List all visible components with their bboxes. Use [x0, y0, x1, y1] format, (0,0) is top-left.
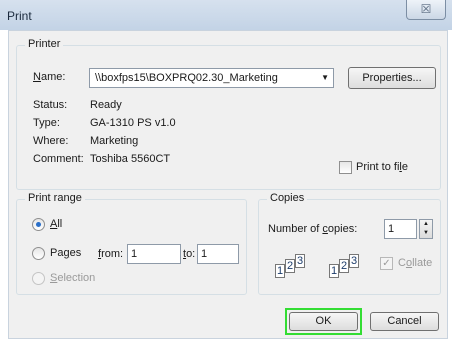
to-field[interactable]: 1 — [197, 244, 239, 264]
copies-group: Copies Number of copies: 1 ▲ ▼ 3 2 1 3 2… — [258, 192, 441, 295]
printer-name-label: Name: — [33, 71, 66, 83]
close-button[interactable]: ☒ — [406, 0, 446, 20]
dialog-body: Printer Name: \\boxfps15\BOXPRQ02.30_Mar… — [8, 30, 448, 339]
all-label[interactable]: All — [50, 218, 62, 230]
spin-down-icon: ▼ — [423, 230, 429, 236]
type-label: Type: — [33, 117, 60, 129]
from-label: from: — [98, 248, 124, 260]
status-label: Status: — [33, 99, 68, 111]
spin-up-icon: ▲ — [423, 221, 429, 227]
status-value: Ready — [90, 99, 122, 111]
number-of-copies-label: Number of copies: — [268, 223, 358, 235]
copies-field[interactable]: 1 — [384, 219, 417, 239]
from-field[interactable]: 1 — [127, 244, 181, 264]
to-label: to: — [183, 248, 196, 260]
print-range-group: Print range All Pages from: 1 to: 1 Sele… — [16, 192, 247, 295]
printer-legend: Printer — [25, 38, 64, 50]
all-radio[interactable] — [32, 218, 45, 231]
where-label: Where: — [33, 135, 69, 147]
printer-name-dropdown[interactable]: \\boxfps15\BOXPRQ02.30_Marketing ▼ — [89, 68, 334, 88]
selection-label[interactable]: Selection — [50, 272, 95, 284]
page-icon-1: 1 — [275, 264, 285, 278]
page-icon-3: 3 — [349, 254, 359, 268]
properties-button[interactable]: Properties... — [348, 67, 436, 89]
printer-group: Printer Name: \\boxfps15\BOXPRQ02.30_Mar… — [16, 38, 441, 190]
from-field-value: 1 — [131, 248, 138, 260]
copies-field-value: 1 — [388, 223, 395, 235]
selection-radio[interactable] — [32, 272, 45, 285]
ok-button-label: OK — [315, 315, 332, 327]
print-to-file-checkbox[interactable] — [339, 161, 352, 174]
collate-label[interactable]: Collate — [398, 257, 432, 269]
title-bar: Print ☒ — [0, 0, 452, 30]
page-icon-2: 2 — [339, 259, 349, 273]
print-range-legend: Print range — [25, 192, 85, 204]
pages-label[interactable]: Pages — [50, 247, 81, 259]
properties-button-label: Properties... — [362, 72, 422, 84]
cancel-button[interactable]: Cancel — [370, 312, 439, 331]
window-title: Print — [7, 9, 32, 23]
comment-label: Comment: — [33, 153, 84, 165]
type-value: GA-1310 PS v1.0 — [90, 117, 176, 129]
copies-legend: Copies — [267, 192, 308, 204]
close-icon: ☒ — [420, 2, 432, 16]
page-icon-3: 3 — [295, 254, 305, 268]
pages-radio[interactable] — [32, 247, 45, 260]
comment-value: Toshiba 5560CT — [90, 153, 171, 165]
page-icon-2: 2 — [285, 259, 295, 273]
chevron-down-icon: ▼ — [321, 73, 329, 82]
to-field-value: 1 — [201, 248, 208, 260]
copies-spinner[interactable]: ▲ ▼ — [419, 219, 433, 239]
where-value: Marketing — [90, 135, 139, 147]
collate-checkbox[interactable]: ✓ — [380, 257, 393, 270]
check-icon: ✓ — [382, 258, 391, 269]
page-icon-1: 1 — [329, 264, 339, 278]
ok-button[interactable]: OK — [289, 312, 358, 331]
print-to-file-label[interactable]: Print to file — [356, 161, 408, 173]
cancel-button-label: Cancel — [387, 315, 422, 327]
printer-name-value: \\boxfps15\BOXPRQ02.30_Marketing — [95, 72, 278, 84]
